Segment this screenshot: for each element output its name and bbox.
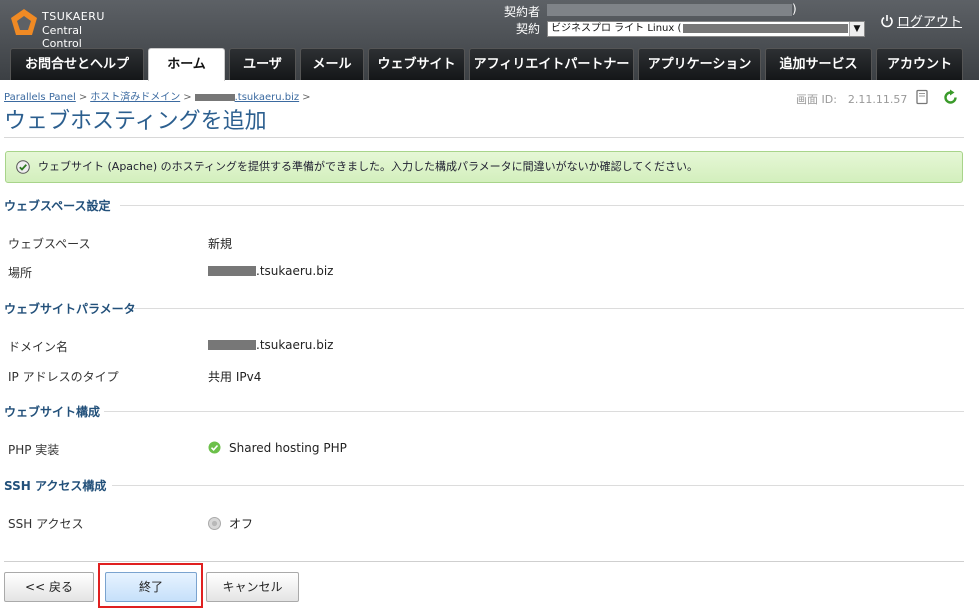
tab-account[interactable]: アカウント	[876, 48, 963, 80]
account-owner-label: 契約者	[503, 5, 540, 19]
cancel-button[interactable]: キャンセル	[206, 572, 299, 602]
page-title: ウェブホスティングを追加	[4, 109, 267, 134]
section-divider	[112, 485, 964, 486]
power-icon	[881, 15, 893, 28]
breadcrumb-domain-text: .tsukaeru.biz	[234, 92, 300, 103]
plan-select-value: ビジネスプロ ライト Linux (	[551, 23, 682, 34]
success-message: ウェブサイト (Apache) のホスティングを提供する準備ができました。入力し…	[5, 151, 963, 183]
location-redacted	[208, 266, 256, 276]
logo-text-line1: TSUKAERU	[42, 10, 105, 23]
ip-type-value: 共用 IPv4	[208, 370, 262, 384]
domain-name-value: .tsukaeru.biz	[208, 338, 333, 352]
location-label: 場所	[8, 266, 33, 280]
webspace-label: ウェブスペース	[8, 237, 91, 251]
tab-help[interactable]: お問合せとヘルプ	[10, 48, 144, 80]
logo-mark-icon	[11, 9, 37, 35]
php-value: Shared hosting PHP	[208, 441, 347, 455]
section-divider	[120, 205, 964, 206]
tab-applications[interactable]: アプリケーション	[638, 48, 761, 80]
ip-type-label: IP アドレスのタイプ	[8, 370, 119, 384]
breadcrumb-hosted-domains[interactable]: ホスト済みドメイン	[90, 92, 180, 103]
ssh-access-label: SSH アクセス	[8, 517, 84, 531]
logout-label: ログアウト	[897, 15, 963, 30]
tab-additional-services[interactable]: 追加サービス	[765, 48, 872, 80]
tab-home[interactable]: ホーム	[148, 48, 225, 81]
brand-logo[interactable]: TSUKAERU Central Control	[10, 8, 120, 50]
breadcrumb-separator: >	[302, 92, 311, 103]
plan-select-redacted	[683, 23, 849, 33]
account-owner-redacted	[547, 4, 792, 16]
domain-name-text: .tsukaeru.biz	[256, 338, 334, 352]
screen-id: 画面 ID: 2.11.11.57	[796, 93, 908, 106]
logo-text-line2: Central Control	[42, 24, 83, 50]
location-value: .tsukaeru.biz	[208, 264, 333, 278]
plan-select[interactable]: ビジネスプロ ライト Linux ( ▼	[547, 21, 865, 37]
domain-name-label: ドメイン名	[8, 340, 69, 354]
ssh-access-value-text: オフ	[229, 517, 254, 531]
section-ssh-title: SSH アクセス構成	[4, 479, 107, 493]
breadcrumb-separator: >	[78, 92, 88, 103]
check-circle-icon	[16, 160, 30, 174]
logout-link[interactable]: ログアウト	[880, 11, 962, 30]
breadcrumb: Parallels Panel > ホスト済みドメイン > .tsukaeru.biz >	[4, 88, 314, 103]
footer-divider	[4, 561, 964, 562]
check-circle-icon	[208, 441, 221, 454]
php-value-text: Shared hosting PHP	[229, 441, 347, 455]
php-label: PHP 実装	[8, 443, 60, 457]
finish-button-highlight	[98, 563, 203, 608]
domain-redacted	[208, 340, 256, 350]
help-book-icon[interactable]	[914, 89, 930, 105]
back-button[interactable]: << 戻る	[4, 572, 94, 602]
chevron-down-icon[interactable]: ▼	[849, 22, 864, 36]
plan-label: 契約	[515, 22, 540, 36]
title-divider	[4, 137, 964, 138]
location-domain-text: .tsukaeru.biz	[256, 264, 334, 278]
breadcrumb-parallels-panel[interactable]: Parallels Panel	[4, 92, 76, 103]
off-circle-icon	[208, 517, 221, 530]
section-webspace-title: ウェブスペース設定	[4, 199, 111, 213]
breadcrumb-domain-redacted	[194, 93, 235, 101]
breadcrumb-separator: >	[183, 92, 192, 103]
top-header: TSUKAERU Central Control 契約者 ) 契約 ビジネスプロ…	[0, 0, 979, 81]
account-owner-suffix: )	[792, 2, 797, 16]
refresh-icon[interactable]	[942, 89, 959, 106]
tab-mail[interactable]: メール	[300, 48, 364, 80]
tab-users[interactable]: ユーザ	[229, 48, 296, 80]
section-params-title: ウェブサイトパラメータ	[4, 302, 136, 316]
section-config-title: ウェブサイト構成	[4, 405, 101, 419]
tab-websites[interactable]: ウェブサイト	[368, 48, 465, 80]
success-message-text: ウェブサイト (Apache) のホスティングを提供する準備ができました。入力し…	[38, 160, 698, 173]
section-divider	[134, 308, 964, 309]
ssh-access-value: オフ	[208, 515, 253, 532]
section-divider	[104, 411, 964, 412]
tab-affiliate-partners[interactable]: アフィリエイトパートナー	[469, 48, 634, 80]
webspace-value: 新規	[208, 237, 233, 251]
breadcrumb-domain[interactable]: .tsukaeru.biz	[194, 92, 300, 103]
